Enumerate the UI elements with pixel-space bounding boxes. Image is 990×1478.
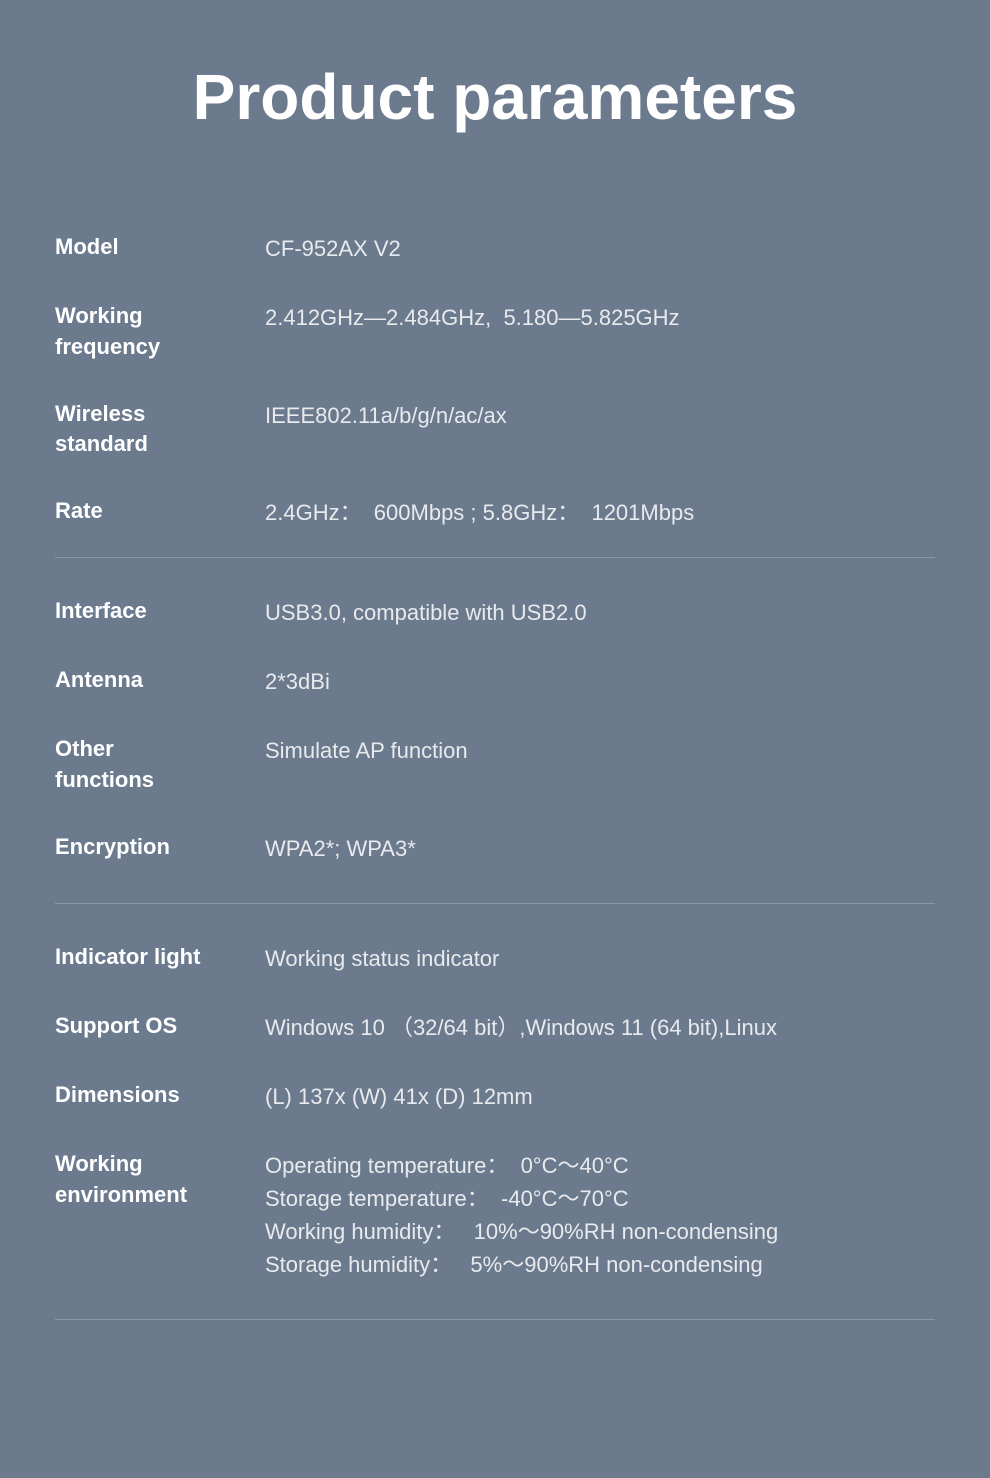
param-row-wireless-standard: Wirelessstandard IEEE802.11a/b/g/n/ac/ax [55, 381, 935, 479]
params-table: Model CF-952AX V2 Workingfrequency 2.412… [55, 214, 935, 1320]
param-label-working-frequency: Workingfrequency [55, 301, 265, 363]
param-value-encryption: WPA2*; WPA3* [265, 832, 935, 865]
param-row-other-functions: Otherfunctions Simulate AP function [55, 716, 935, 814]
param-value-other-functions: Simulate AP function [265, 734, 935, 767]
param-value-working-frequency: 2.412GHz—2.484GHz, 5.180—5.825GHz [265, 301, 935, 334]
param-label-rate: Rate [55, 496, 265, 527]
param-label-working-environment: Workingenvironment [55, 1149, 265, 1211]
param-row-support-os: Support OS Windows 10 （32/64 bit）,Window… [55, 993, 935, 1062]
page-container: Product parameters Model CF-952AX V2 Wor… [0, 0, 990, 1478]
param-row-antenna: Antenna 2*3dBi [55, 647, 935, 716]
param-row-dimensions: Dimensions (L) 137x (W) 41x (D) 12mm [55, 1062, 935, 1131]
param-label-encryption: Encryption [55, 832, 265, 863]
divider-1 [55, 557, 935, 558]
param-row-encryption: Encryption WPA2*; WPA3* [55, 814, 935, 883]
param-value-wireless-standard: IEEE802.11a/b/g/n/ac/ax [265, 399, 935, 432]
param-value-support-os: Windows 10 （32/64 bit）,Windows 11 (64 bi… [265, 1011, 935, 1044]
param-value-interface: USB3.0, compatible with USB2.0 [265, 596, 935, 629]
divider-2 [55, 903, 935, 904]
param-label-model: Model [55, 232, 265, 263]
param-row-rate: Rate 2.4GHz： 600Mbps ; 5.8GHz： 1201Mbps [55, 478, 935, 547]
param-label-interface: Interface [55, 596, 265, 627]
param-label-support-os: Support OS [55, 1011, 265, 1042]
param-label-indicator-light: Indicator light [55, 942, 265, 973]
param-label-dimensions: Dimensions [55, 1080, 265, 1111]
param-label-antenna: Antenna [55, 665, 265, 696]
param-value-antenna: 2*3dBi [265, 665, 935, 698]
param-row-indicator-light: Indicator light Working status indicator [55, 924, 935, 993]
param-label-wireless-standard: Wirelessstandard [55, 399, 265, 461]
param-value-indicator-light: Working status indicator [265, 942, 935, 975]
param-row-interface: Interface USB3.0, compatible with USB2.0 [55, 578, 935, 647]
param-row-working-frequency: Workingfrequency 2.412GHz—2.484GHz, 5.18… [55, 283, 935, 381]
page-title: Product parameters [55, 40, 935, 164]
param-row-model: Model CF-952AX V2 [55, 214, 935, 283]
param-value-dimensions: (L) 137x (W) 41x (D) 12mm [265, 1080, 935, 1113]
param-value-model: CF-952AX V2 [265, 232, 935, 265]
param-value-rate: 2.4GHz： 600Mbps ; 5.8GHz： 1201Mbps [265, 496, 935, 529]
param-row-working-environment: Workingenvironment Operating temperature… [55, 1131, 935, 1299]
divider-3 [55, 1319, 935, 1320]
param-label-other-functions: Otherfunctions [55, 734, 265, 796]
param-value-working-environment: Operating temperature： 0°C～40°C Storage … [265, 1149, 935, 1281]
